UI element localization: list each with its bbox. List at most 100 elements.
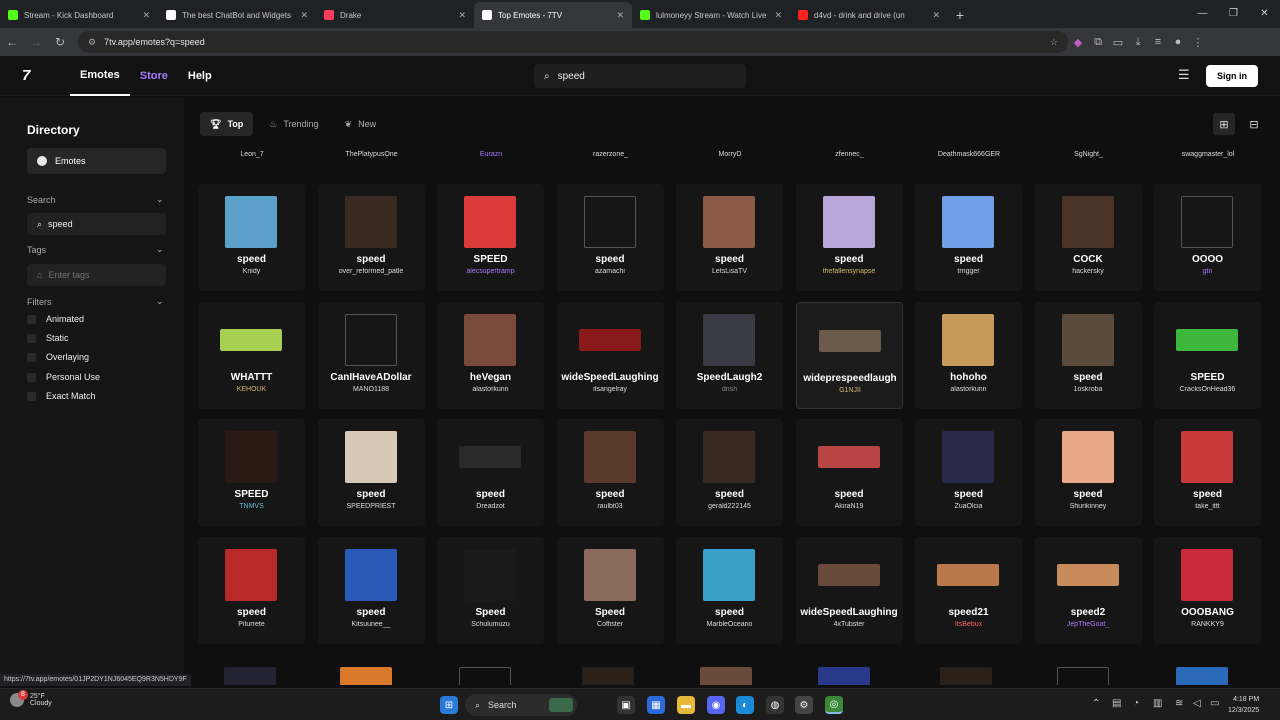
nav-store[interactable]: Store xyxy=(130,56,178,96)
nav-emotes[interactable]: Emotes xyxy=(70,56,130,96)
emote-author[interactable]: hackersky xyxy=(1035,268,1142,275)
emote-card[interactable]: speed take_ittt xyxy=(1154,419,1261,526)
reload-icon[interactable]: ↻ xyxy=(48,35,72,49)
search-section-label[interactable]: Search xyxy=(27,195,56,205)
emote-author[interactable]: Leon_7 xyxy=(192,151,312,158)
extensions-puzzle-icon[interactable]: ⧉ xyxy=(1088,36,1108,49)
emote-card[interactable]: wideSpeedLaughing itsangelray xyxy=(556,301,664,409)
browser-tab[interactable]: d4vd - drink and drive (un ✕ xyxy=(790,2,948,28)
emote-card[interactable]: speed Shurikinney xyxy=(1034,419,1142,526)
maximize-icon[interactable]: ❐ xyxy=(1218,0,1249,28)
emote-card[interactable]: speed over_reformed_patle xyxy=(317,184,425,291)
emote-card[interactable]: speed2 JepTheGoat_ xyxy=(1034,536,1142,644)
close-tab-icon[interactable]: ✕ xyxy=(300,10,308,21)
discord-icon[interactable]: ◉ xyxy=(707,696,725,714)
filter-animated[interactable]: Animated xyxy=(27,314,84,324)
emote-card[interactable]: speed azamachi xyxy=(556,184,664,291)
file-explorer-icon[interactable]: ▬ xyxy=(677,696,695,714)
emote-author[interactable]: ItsBebux xyxy=(915,621,1022,628)
emote-author[interactable]: Piturrete xyxy=(198,621,305,628)
filter-personal-use[interactable]: Personal Use xyxy=(27,372,100,382)
emote-card[interactable]: speed 1oskroba xyxy=(1034,301,1142,409)
tray-app-icon[interactable]: ▤ xyxy=(1112,698,1121,709)
emote-card[interactable]: speed SPEEDPRIEST xyxy=(317,419,425,526)
emote-author[interactable]: zfennec_ xyxy=(790,151,910,158)
sign-in-button[interactable]: Sign in xyxy=(1206,65,1258,87)
emote-card[interactable]: speed AkiraN19 xyxy=(795,419,903,526)
emote-author[interactable]: Coffister xyxy=(557,621,664,628)
emote-author[interactable]: dnsh xyxy=(676,386,783,393)
settings-icon[interactable]: ⚙ xyxy=(795,696,813,714)
emote-card[interactable]: speed MarbleOceano xyxy=(676,536,783,644)
chrome-icon[interactable]: ◎ xyxy=(825,696,843,714)
emote-card[interactable]: hohoho alastorkunn xyxy=(915,301,1022,409)
emote-card[interactable]: speed Kriidy xyxy=(198,184,305,291)
wifi-icon[interactable]: ≋ xyxy=(1175,698,1183,709)
emote-author[interactable]: alecsupertramp xyxy=(437,268,544,275)
volume-icon[interactable]: ◁ xyxy=(1193,698,1201,709)
tray-app-icon[interactable]: ◔ xyxy=(1133,698,1139,709)
browser-tab[interactable]: Stream - Kick Dashboard ✕ xyxy=(0,2,158,28)
system-clock[interactable]: 4:18 PM 12/3/2025 xyxy=(1228,694,1259,716)
filter-overlaying[interactable]: Overlaying xyxy=(27,352,89,362)
tab-top[interactable]: 🏆︎ Top xyxy=(200,112,254,136)
emote-author[interactable]: Kriidy xyxy=(198,268,305,275)
emote-card[interactable]: CanIHaveADollar MANO1188 xyxy=(317,301,425,409)
emote-card[interactable]: Speed Coffister xyxy=(556,536,664,644)
emote-author[interactable]: Shurikinney xyxy=(1035,503,1142,510)
windows-start-icon[interactable]: ⊞ xyxy=(440,696,458,714)
new-tab-icon[interactable]: + xyxy=(948,2,972,28)
emote-card[interactable]: SpeedLaugh2 dnsh xyxy=(676,301,783,409)
browser-tab[interactable]: Drake ✕ xyxy=(316,2,474,28)
close-tab-icon[interactable]: ✕ xyxy=(458,10,466,21)
emote-author[interactable]: take_ittt xyxy=(1154,503,1261,510)
emote-author[interactable]: swaggmaster_lol xyxy=(1148,151,1268,158)
emote-author[interactable]: CracksOnHead36 xyxy=(1154,386,1261,393)
profile-avatar[interactable]: ● xyxy=(1168,36,1188,48)
emote-author[interactable]: over_reformed_patle xyxy=(318,268,425,275)
chevron-down-icon[interactable]: ⌄ xyxy=(156,194,164,205)
tab-trending[interactable]: ♨ Trending xyxy=(259,112,328,136)
cast-icon[interactable]: ▭ xyxy=(1108,36,1128,49)
emote-author[interactable]: AkiraN19 xyxy=(796,503,903,510)
emote-author[interactable]: thefallensynapse xyxy=(796,268,903,275)
grid-view-icon[interactable]: ⊞ xyxy=(1213,113,1235,135)
emote-card[interactable]: speed gerald222145 xyxy=(676,419,783,526)
emote-author[interactable]: LetsLisaTV xyxy=(676,268,783,275)
emote-author[interactable]: Deathmask666GER xyxy=(909,151,1029,158)
emote-author[interactable]: ZuaOlcia xyxy=(915,503,1022,510)
edge-icon[interactable]: ◐ xyxy=(736,696,754,714)
close-tab-icon[interactable]: ✕ xyxy=(774,10,782,21)
emote-card[interactable]: speed trrigger xyxy=(915,184,1022,291)
emote-author[interactable]: 4xTubster xyxy=(796,621,903,628)
emote-author[interactable]: JepTheGoat_ xyxy=(1035,621,1142,628)
emote-author[interactable]: 1oskroba xyxy=(1035,386,1142,393)
tray-app-icon[interactable]: ▥ xyxy=(1153,698,1162,709)
emote-author[interactable]: Schulumuzu xyxy=(437,621,544,628)
download-icon[interactable]: ⤓ xyxy=(1128,36,1148,49)
hamburger-menu-icon[interactable]: ☰ xyxy=(1178,67,1190,83)
emote-author[interactable]: razerzone_ xyxy=(551,151,671,158)
emote-author[interactable]: ThePlatypusOne xyxy=(312,151,432,158)
emote-author[interactable]: MorryD xyxy=(670,151,790,158)
emote-card[interactable]: speed21 ItsBebux xyxy=(915,536,1022,644)
chevron-down-icon[interactable]: ⌄ xyxy=(156,244,164,255)
7tv-logo[interactable]: 7 xyxy=(22,67,44,84)
emote-author[interactable]: G1NJII xyxy=(797,387,904,394)
emote-author[interactable]: Eurazn xyxy=(431,151,551,158)
site-info-icon[interactable]: ⚙ xyxy=(88,37,96,48)
close-tab-icon[interactable]: ✕ xyxy=(142,10,150,21)
compact-grid-icon[interactable]: ⊟ xyxy=(1243,113,1265,135)
emote-author[interactable]: SgNight_ xyxy=(1029,151,1149,158)
tags-input[interactable]: ⌂ Enter tags xyxy=(27,264,166,286)
emote-author[interactable]: KEHOUK xyxy=(198,386,305,393)
reading-list-icon[interactable]: ≡ xyxy=(1148,36,1168,48)
tags-section-label[interactable]: Tags xyxy=(27,245,46,255)
filters-section-label[interactable]: Filters xyxy=(27,297,52,307)
site-search-input[interactable]: ⌕ speed xyxy=(534,64,746,88)
tab-new[interactable]: ❦ New xyxy=(335,112,387,136)
emote-card[interactable]: Speed Schulumuzu xyxy=(437,536,544,644)
emote-card[interactable]: heVegan alastorkunn xyxy=(437,301,544,409)
emote-author[interactable]: alastorkunn xyxy=(437,386,544,393)
minimize-icon[interactable]: — xyxy=(1187,0,1218,28)
